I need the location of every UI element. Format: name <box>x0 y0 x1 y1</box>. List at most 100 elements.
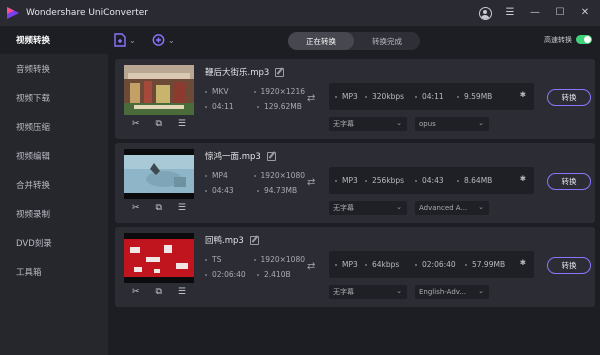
sidebar: 视频转换 音频转换 视频下载 视频压缩 视频编辑 合并转换 视频录制 DVD刻录… <box>0 26 108 355</box>
minimize-button[interactable]: — <box>528 6 542 20</box>
output-settings[interactable]: MP3 256kbps 04:43 8.64MB ✱ <box>329 167 534 194</box>
cut-icon[interactable]: ✂ <box>132 287 140 297</box>
audio-track-dropdown[interactable]: Advanced A... ⌄ <box>415 201 489 215</box>
chevron-down-icon: ⌄ <box>396 287 402 295</box>
app-title: Wondershare UniConverter <box>26 8 148 18</box>
sidebar-item-video-compress[interactable]: 视频压缩 <box>0 112 108 141</box>
file-name-text: 回鸭.mp3 <box>205 236 244 246</box>
convert-button[interactable]: 转换 <box>547 173 591 190</box>
effects-icon[interactable]: ☰ <box>178 119 186 129</box>
maximize-button[interactable]: ☐ <box>553 6 567 20</box>
audio-track-value: Advanced A... <box>419 204 468 212</box>
file-name: 惊鸿一面.mp3 <box>205 150 276 162</box>
cut-icon[interactable]: ✂ <box>132 203 140 213</box>
file-list: ✂ ⧉ ☰ 鞭后大街乐.mp3 MKV 1920×1216 04:11 129.… <box>108 54 600 355</box>
gear-icon[interactable]: ✱ <box>520 175 526 183</box>
crop-icon[interactable]: ⧉ <box>156 287 162 297</box>
gear-icon[interactable]: ✱ <box>520 91 526 99</box>
output-duration: 04:11 <box>422 92 444 101</box>
file-name-text: 鞭后大街乐.mp3 <box>205 68 270 78</box>
account-button[interactable] <box>478 6 492 20</box>
source-format: MKV <box>212 87 229 96</box>
effects-icon[interactable]: ☰ <box>178 287 186 297</box>
subtitle-value: 无字幕 <box>333 120 354 128</box>
crop-icon[interactable]: ⧉ <box>156 119 162 129</box>
sidebar-item-merge[interactable]: 合并转换 <box>0 170 108 199</box>
edit-icon[interactable] <box>275 67 285 77</box>
file-name: 回鸭.mp3 <box>205 234 259 246</box>
chevron-down-icon: ⌄ <box>478 119 484 127</box>
output-settings[interactable]: MP3 320kbps 04:11 9.59MB ✱ <box>329 83 534 110</box>
source-size: 94.73MB <box>264 186 298 195</box>
menu-button[interactable]: ☰ <box>503 6 517 20</box>
source-duration: 04:43 <box>212 186 234 195</box>
output-size: 8.64MB <box>464 176 493 185</box>
shuffle-icon: ⇄ <box>307 261 316 272</box>
tab-converting[interactable]: 正在转换 <box>288 32 354 50</box>
output-format: MP3 <box>342 260 358 269</box>
output-settings[interactable]: MP3 64kbps 02:06:40 57.99MB ✱ <box>329 251 534 278</box>
source-info: MP4 1920×1080 04:43 94.73MB <box>205 171 305 201</box>
sidebar-item-toolbox[interactable]: 工具箱 <box>0 257 108 286</box>
app-logo-icon <box>6 6 20 20</box>
sidebar-item-dvd-burn[interactable]: DVD刻录 <box>0 228 108 257</box>
chevron-down-icon: ⌄ <box>129 35 136 45</box>
subtitle-value: 无字幕 <box>333 288 354 296</box>
fast-convert-label: 高速转换 <box>544 36 572 44</box>
source-format: MP4 <box>212 171 228 180</box>
output-size: 57.99MB <box>472 260 506 269</box>
source-size: 2.410B <box>264 270 291 279</box>
convert-button[interactable]: 转换 <box>547 257 591 274</box>
subtitle-dropdown[interactable]: 无字幕 ⌄ <box>329 285 407 299</box>
audio-track-dropdown[interactable]: opus ⌄ <box>415 117 489 131</box>
cut-icon[interactable]: ✂ <box>132 119 140 129</box>
source-resolution: 1920×1216 <box>260 87 305 96</box>
gear-icon[interactable]: ✱ <box>520 259 526 267</box>
file-name-text: 惊鸿一面.mp3 <box>205 152 261 162</box>
output-bitrate: 256kbps <box>372 176 405 185</box>
subtitle-value: 无字幕 <box>333 204 354 212</box>
effects-icon[interactable]: ☰ <box>178 203 186 213</box>
file-name: 鞭后大街乐.mp3 <box>205 66 285 78</box>
add-file-button[interactable]: ⌄ <box>114 32 136 48</box>
sidebar-item-audio-convert[interactable]: 音频转换 <box>0 54 108 83</box>
source-size: 129.62MB <box>264 102 302 111</box>
add-media-button[interactable]: ⌄ <box>152 32 175 48</box>
chevron-down-icon: ⌄ <box>168 35 175 45</box>
edit-icon[interactable] <box>249 235 259 245</box>
chevron-down-icon: ⌄ <box>396 119 402 127</box>
sidebar-item-video-edit[interactable]: 视频编辑 <box>0 141 108 170</box>
sidebar-item-video-convert[interactable]: 视频转换 <box>0 26 108 54</box>
chevron-down-icon: ⌄ <box>396 203 402 211</box>
source-info: TS 1920×1080 02:06:40 2.410B <box>205 255 305 285</box>
sidebar-item-video-download[interactable]: 视频下载 <box>0 83 108 112</box>
video-thumbnail <box>124 149 194 199</box>
source-info: MKV 1920×1216 04:11 129.62MB <box>205 87 305 117</box>
edit-icon[interactable] <box>266 151 276 161</box>
chevron-down-icon: ⌄ <box>478 203 484 211</box>
title-bar: Wondershare UniConverter ☰ — ☐ ✕ <box>0 0 600 26</box>
tab-finished[interactable]: 转换完成 <box>354 32 420 50</box>
tab-switch: 正在转换 转换完成 <box>288 32 420 50</box>
chevron-down-icon: ⌄ <box>478 287 484 295</box>
convert-button[interactable]: 转换 <box>547 89 591 106</box>
subtitle-dropdown[interactable]: 无字幕 ⌄ <box>329 201 407 215</box>
crop-icon[interactable]: ⧉ <box>156 203 162 213</box>
output-duration: 04:43 <box>422 176 444 185</box>
close-button[interactable]: ✕ <box>578 6 592 20</box>
toolbar: ⌄ ⌄ 正在转换 转换完成 高速转换 <box>108 26 600 54</box>
shuffle-icon: ⇄ <box>307 177 316 188</box>
output-duration: 02:06:40 <box>422 260 456 269</box>
sidebar-item-screen-record[interactable]: 视频录制 <box>0 199 108 228</box>
output-format: MP3 <box>342 92 358 101</box>
audio-track-dropdown[interactable]: English-Adv... ⌄ <box>415 285 489 299</box>
shuffle-icon: ⇄ <box>307 93 316 104</box>
subtitle-dropdown[interactable]: 无字幕 ⌄ <box>329 117 407 131</box>
output-bitrate: 320kbps <box>372 92 405 101</box>
source-resolution: 1920×1080 <box>260 255 305 264</box>
output-size: 9.59MB <box>464 92 493 101</box>
add-media-icon <box>152 34 165 46</box>
file-card: ✂ ⧉ ☰ 鞭后大街乐.mp3 MKV 1920×1216 04:11 129.… <box>115 59 595 139</box>
fast-convert-toggle[interactable] <box>576 35 592 44</box>
source-format: TS <box>212 255 222 264</box>
